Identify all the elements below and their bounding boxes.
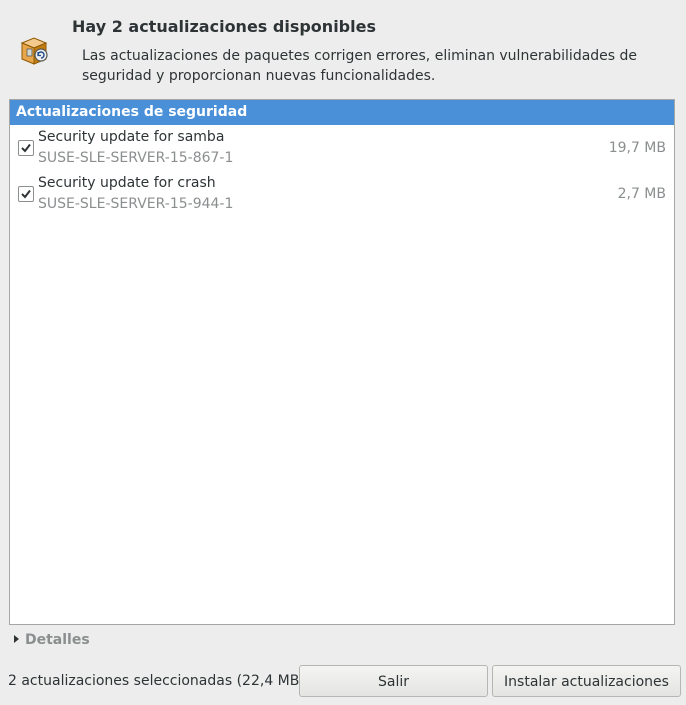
check-icon — [21, 189, 31, 199]
page-description: Las actualizaciones de paquetes corrigen… — [82, 48, 638, 84]
page-title: Hay 2 actualizaciones disponibles — [72, 17, 376, 36]
list-item[interactable]: Security update for crash SUSE-SLE-SERVE… — [10, 172, 674, 218]
update-size: 2,7 MB — [617, 186, 666, 202]
update-list[interactable]: Actualizaciones de seguridad Security up… — [9, 99, 675, 625]
expander-arrow-icon — [14, 635, 19, 643]
software-update-package-icon — [14, 31, 54, 67]
update-checkbox[interactable] — [18, 140, 34, 156]
update-id: SUSE-SLE-SERVER-15-944-1 — [38, 196, 234, 212]
install-updates-button[interactable]: Instalar actualizaciones — [492, 665, 681, 697]
selection-status: 2 actualizaciones seleccionadas (22,4 MB… — [8, 673, 305, 689]
exit-button[interactable]: Salir — [299, 665, 488, 697]
check-icon — [21, 143, 31, 153]
details-label: Detalles — [25, 632, 90, 648]
update-checkbox[interactable] — [18, 186, 34, 202]
list-item[interactable]: Security update for samba SUSE-SLE-SERVE… — [10, 126, 674, 172]
update-name: Security update for crash — [38, 175, 216, 191]
update-size: 19,7 MB — [608, 140, 666, 156]
update-id: SUSE-SLE-SERVER-15-867-1 — [38, 150, 234, 166]
details-expander[interactable]: Detalles — [14, 632, 90, 648]
update-name: Security update for samba — [38, 129, 225, 145]
group-header-security[interactable]: Actualizaciones de seguridad — [10, 100, 674, 125]
